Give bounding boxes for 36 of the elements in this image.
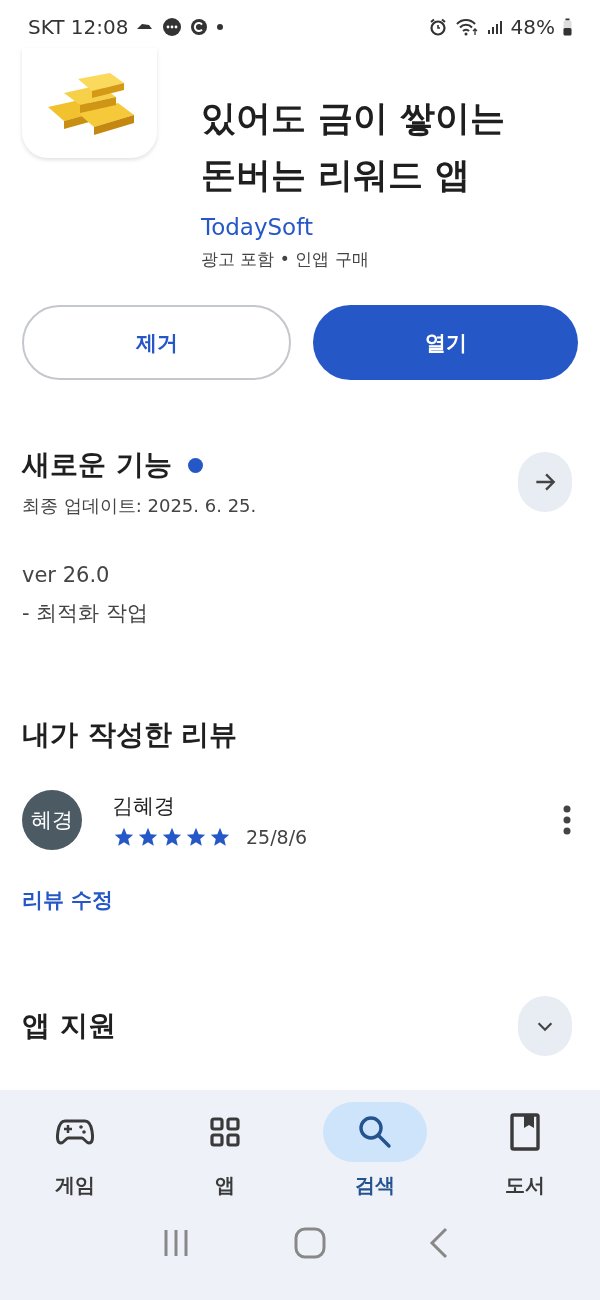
update-date: 최종 업데이트: 2025. 6. 25.	[22, 494, 257, 518]
edit-review-link[interactable]: 리뷰 수정	[22, 886, 114, 914]
nav-tab[interactable]: 도서	[450, 1102, 600, 1199]
book-icon	[509, 1112, 541, 1152]
nav-tab[interactable]: 게임	[0, 1102, 150, 1199]
avatar: 혜경	[22, 790, 82, 850]
release-note: - 최적화 작업	[22, 600, 149, 627]
nav-tab[interactable]: 앱	[150, 1102, 300, 1199]
gamepad-icon	[55, 1117, 95, 1147]
app-title: 있어도 금이 쌓이는 돈버는 리워드 앱	[201, 97, 507, 197]
battery-percent: 48%	[510, 15, 555, 39]
app-notes: 광고 포함 • 인앱 구매	[201, 248, 370, 271]
battery-icon	[563, 18, 572, 36]
arrow-right-button[interactable]	[518, 452, 572, 512]
c-circle-icon	[190, 18, 209, 36]
section-title: 내가 작성한 리뷰	[21, 717, 239, 753]
uninstall-button[interactable]: 제거	[22, 305, 291, 380]
section-title: 새로운 기능	[22, 447, 172, 483]
wifi-icon	[454, 18, 479, 36]
chat-icon	[162, 17, 183, 37]
nav-tab[interactable]: 검색	[300, 1102, 450, 1199]
apps-grid-icon	[209, 1116, 241, 1148]
open-button[interactable]: 열기	[313, 305, 578, 380]
alarm-icon	[428, 18, 447, 36]
carrier-time: SKT 12:08	[28, 15, 129, 39]
dot-icon	[216, 23, 225, 31]
more-icon[interactable]	[562, 804, 572, 836]
reviewer-name: 김혜경	[112, 793, 176, 820]
release-note: ver 26.0	[22, 562, 111, 589]
developer-link[interactable]: TodaySoft	[201, 214, 541, 240]
back-icon[interactable]	[428, 1227, 449, 1259]
home-icon[interactable]	[294, 1227, 326, 1259]
review-date: 25/8/6	[246, 826, 308, 848]
search-icon	[357, 1114, 393, 1150]
section-title: 앱 지원	[22, 1008, 116, 1044]
signal-icon	[486, 19, 503, 35]
